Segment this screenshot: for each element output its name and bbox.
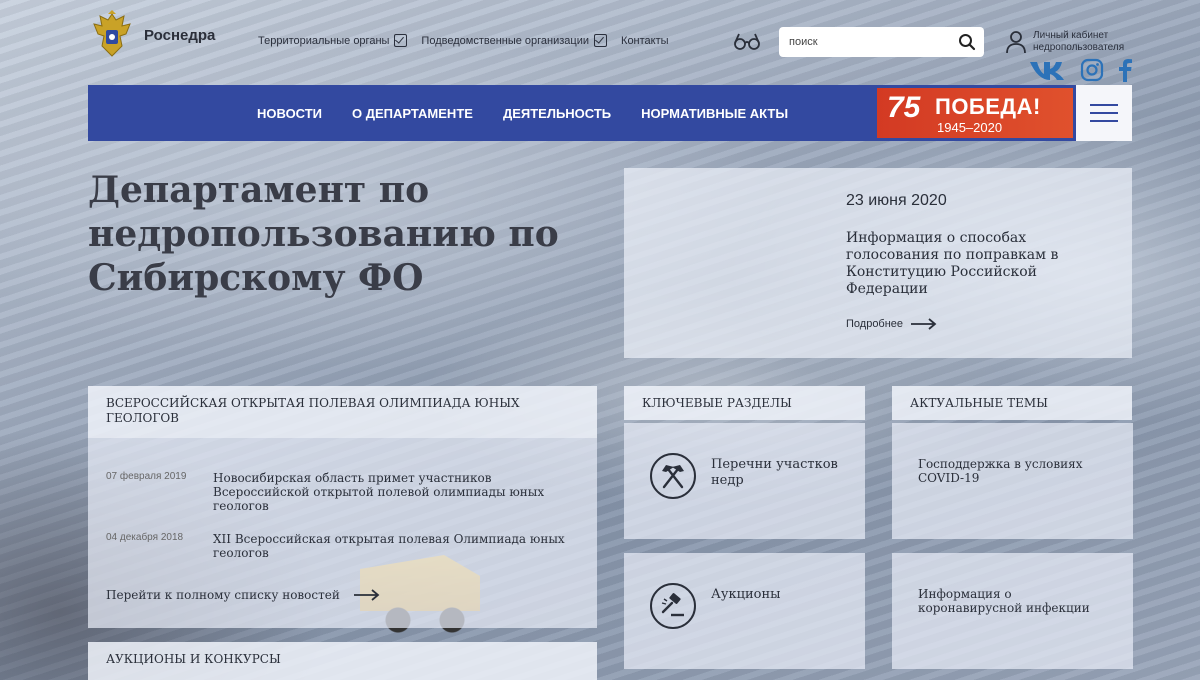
all-news-link[interactable]: Перейти к полному списку новостей [106, 588, 380, 602]
eagle-emblem-icon [93, 10, 131, 57]
arrow-right-icon [911, 318, 937, 330]
banner-number: 75 [887, 91, 921, 124]
topnav-territorial[interactable]: Территориальные органы [258, 34, 408, 47]
key-section-plots[interactable]: Перечни участков недр [624, 423, 865, 539]
topic-label: Информация о коронавирусной инфекции [918, 587, 1090, 615]
banner-years: 1945–2020 [937, 120, 1003, 135]
top-navigation: Территориальные органы Подведомственные … [258, 34, 669, 47]
facebook-icon[interactable] [1118, 58, 1132, 82]
item-date: 07 февраля 2019 [106, 471, 187, 482]
news-headline[interactable]: Информация о способах голосования по поп… [846, 230, 1096, 298]
user-cabinet-link[interactable]: Личный кабинет недропользователя [1005, 30, 1124, 54]
main-navigation-bar: НОВОСТИ О ДЕПАРТАМЕНТЕ ДЕЯТЕЛЬНОСТЬ НОРМ… [88, 85, 1132, 141]
topics-heading: АКТУАЛЬНЫЕ ТЕМЫ [892, 386, 1132, 420]
topnav-label: Территориальные органы [258, 34, 390, 47]
key-section-label: Перечни участков недр [711, 457, 838, 488]
topic-covid-support[interactable]: Господдержка в условиях COVID-19 [892, 423, 1133, 539]
topnav-subordinate[interactable]: Подведомственные организации [421, 34, 608, 47]
hammers-icon [650, 453, 696, 499]
arrow-right-icon [353, 589, 380, 601]
news-date: 23 июня 2020 [846, 192, 947, 209]
user-icon [1006, 31, 1026, 54]
search-icon[interactable] [958, 33, 976, 51]
chevron-down-icon [394, 34, 408, 47]
topnav-contacts[interactable]: Контакты [621, 34, 669, 47]
search-box [779, 27, 984, 57]
topnav-label: Контакты [621, 34, 669, 47]
nav-activity[interactable]: ДЕЯТЕЛЬНОСТЬ [503, 106, 611, 121]
site-logo[interactable]: Роснедра [90, 10, 215, 60]
brand-name: Роснедра [144, 26, 216, 44]
nav-news[interactable]: НОВОСТИ [257, 106, 322, 121]
nav-about[interactable]: О ДЕПАРТАМЕНТЕ [352, 106, 473, 121]
topic-covid-info[interactable]: Информация о коронавирусной инфекции [892, 553, 1133, 669]
all-news-label: Перейти к полному списку новостей [106, 588, 340, 602]
vk-icon[interactable] [1028, 58, 1066, 82]
social-links [1028, 58, 1132, 82]
read-more-label: Подробнее [846, 318, 904, 330]
instagram-icon[interactable] [1080, 58, 1104, 82]
cabinet-line2: недропользователя [1033, 42, 1125, 53]
read-more-link[interactable]: Подробнее [846, 318, 937, 330]
search-input[interactable] [787, 35, 958, 49]
victory-75-banner[interactable]: 75 ПОБЕДА! 1945–2020 [877, 88, 1073, 138]
featured-news-card[interactable]: 23 июня 2020 Информация о способах голос… [624, 168, 1132, 358]
menu-hamburger-icon[interactable] [1076, 85, 1132, 141]
item-title[interactable]: Новосибирская область примет участников … [213, 471, 573, 513]
key-section-auctions[interactable]: Аукционы [624, 553, 865, 669]
olympiad-heading: ВСЕРОССИЙСКАЯ ОТКРЫТАЯ ПОЛЕВАЯ ОЛИМПИАДА… [88, 386, 597, 438]
item-title[interactable]: XII Всероссийская открытая полевая Олимп… [213, 532, 573, 560]
item-date: 04 декабря 2018 [106, 532, 184, 543]
accessibility-glasses-icon[interactable] [733, 31, 761, 51]
gavel-icon [650, 583, 696, 629]
auctions-heading: АУКЦИОНЫ И КОНКУРСЫ [88, 642, 597, 680]
page-title: Департамент по недропользованию по Сибир… [88, 169, 559, 299]
chevron-down-icon [594, 34, 608, 47]
key-section-label: Аукционы [711, 587, 781, 602]
key-sections-heading: КЛЮЧЕВЫЕ РАЗДЕЛЫ [624, 386, 865, 420]
topnav-label: Подведомственные организации [421, 34, 590, 47]
topic-label: Господдержка в условиях COVID-19 [918, 457, 1083, 485]
banner-title: ПОБЕДА! [935, 94, 1041, 119]
nav-regulations[interactable]: НОРМАТИВНЫЕ АКТЫ [641, 106, 788, 121]
cabinet-line1: Личный кабинет [1033, 30, 1109, 41]
olympiad-news-list: 07 февраля 2019 Новосибирская область пр… [88, 438, 597, 628]
